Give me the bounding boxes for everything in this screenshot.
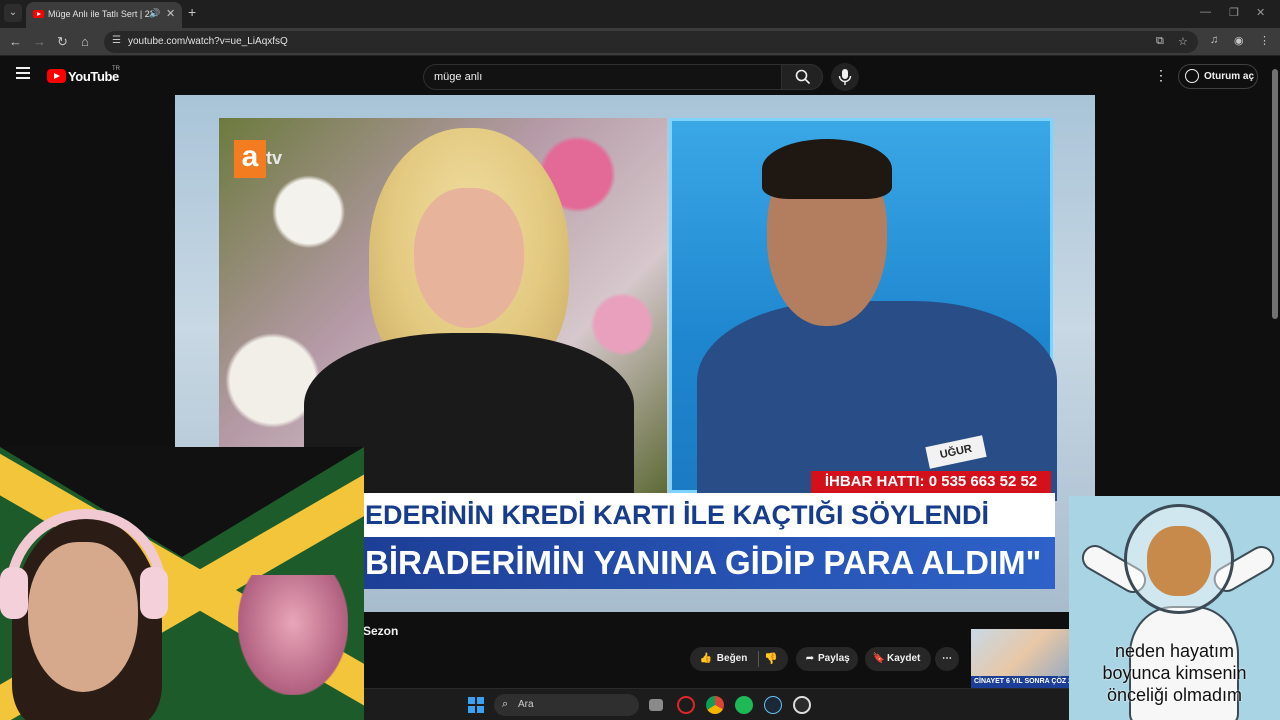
forward-icon[interactable]: →	[33, 34, 46, 49]
youtube-logo-icon[interactable]	[47, 69, 66, 83]
like-divider	[758, 651, 759, 667]
atv-logo: a tv	[234, 130, 292, 182]
settings-menu-icon[interactable]: ⋮	[1154, 67, 1168, 84]
search-icon: ⌕	[502, 698, 509, 710]
host-face	[414, 188, 524, 328]
media-controls-icon[interactable]: ♫	[1210, 34, 1218, 46]
tab-title: Müge Anlı ile Tatlı Sert | 22	[48, 9, 155, 19]
sign-in-label: Oturum aç	[1204, 71, 1255, 82]
video-title: Sezon	[363, 624, 399, 638]
windows-taskbar: ⌕ Ara	[364, 688, 1069, 720]
new-tab-button[interactable]: +	[188, 4, 196, 20]
headset-ear-cup	[0, 567, 28, 619]
search-input-value[interactable]: müge anlı	[434, 71, 482, 83]
like-label: Beğen	[716, 653, 748, 664]
task-view-icon[interactable]	[649, 699, 663, 711]
overlay-caption: neden hayatım boyunca kimsenin önceliği …	[1069, 640, 1280, 706]
more-icon: ⋯	[942, 653, 952, 664]
headset-ear-cup	[140, 567, 168, 619]
site-info-icon[interactable]: ☰	[112, 35, 121, 46]
search-input[interactable]: müge anlı	[423, 64, 781, 90]
obs-icon[interactable]	[793, 696, 811, 714]
anime-character-sticker	[238, 575, 348, 695]
headline-banner: EDERİNİN KREDİ KARTI İLE KAÇTIĞI SÖYLEND…	[355, 493, 1055, 537]
dislike-button[interactable]: 👎	[764, 647, 778, 671]
share-label: Paylaş	[818, 653, 850, 664]
overlay-caption-line: boyunca kimsenin	[1102, 663, 1247, 683]
restore-icon[interactable]: ❐	[1229, 6, 1239, 19]
bookmark-star-icon[interactable]: ☆	[1178, 35, 1188, 48]
video-guest-pane: UĞUR	[669, 118, 1057, 501]
sign-in-button[interactable]: Oturum aç	[1178, 64, 1258, 89]
thumbs-down-icon: 👎	[764, 653, 778, 665]
chrome-icon[interactable]	[706, 696, 724, 714]
quote-banner: BİRADERİMİN YANINA GİDİP PARA ALDIM"	[355, 537, 1055, 589]
webcam-overlay	[0, 447, 364, 720]
opera-icon[interactable]	[677, 696, 695, 714]
save-button[interactable]: 🔖 Kaydet	[865, 647, 931, 671]
guest-hair	[762, 139, 892, 199]
more-actions-button[interactable]: ⋯	[935, 647, 959, 671]
atv-logo-mark: a	[234, 140, 266, 178]
recommended-video-caption: CİNAYET 6 YIL SONRA ÇÖZ 21:	[971, 676, 1069, 688]
hotline-banner: İHBAR HATTI: 0 535 663 52 52	[811, 471, 1051, 493]
microphone-icon	[838, 69, 852, 85]
address-url[interactable]: youtube.com/watch?v=ue_LiAqxfsQ	[128, 36, 288, 47]
overlay-caption-line: neden hayatım	[1114, 641, 1235, 661]
youtube-header: YouTube TR müge anlı ⋮ Oturum aç	[0, 57, 1270, 95]
country-code: TR	[112, 66, 120, 72]
share-button[interactable]: ➦ Paylaş	[796, 647, 858, 671]
speaker-icon[interactable]: 🔊	[149, 8, 160, 19]
close-tab-icon[interactable]: ✕	[166, 7, 175, 20]
hamburger-menu-icon[interactable]	[16, 67, 30, 79]
browser-toolbar: ← → ↻ ⌂ ☰ youtube.com/watch?v=ue_LiAqxfs…	[0, 28, 1280, 56]
share-icon: ➦	[805, 653, 815, 664]
minimize-icon[interactable]: —	[1200, 6, 1211, 18]
overlay-caption-line: önceliği olmadım	[1106, 685, 1243, 705]
account-icon	[1185, 69, 1199, 83]
scrollbar-thumb[interactable]	[1272, 69, 1278, 319]
like-button[interactable]: 👍 Beğen	[690, 653, 748, 664]
recommended-video-thumbnail[interactable]: CİNAYET 6 YIL SONRA ÇÖZ 21:	[971, 629, 1069, 688]
thumbs-up-icon: 👍	[699, 653, 713, 664]
home-icon[interactable]: ⌂	[81, 34, 89, 49]
like-dislike-group: 👍 Beğen 👎	[690, 647, 788, 671]
atv-logo-text: tv	[266, 148, 283, 168]
desktop-screen: ⌄ Müge Anlı ile Tatlı Sert | 22 🔊 ✕ + — …	[0, 0, 1280, 720]
tab-search-button[interactable]: ⌄	[4, 4, 22, 22]
taskbar-search[interactable]: ⌕ Ara	[494, 694, 639, 716]
browser-tab-active[interactable]: Müge Anlı ile Tatlı Sert | 22 🔊 ✕	[26, 2, 182, 28]
spotify-icon[interactable]	[735, 696, 753, 714]
save-label: Kaydet	[887, 653, 921, 664]
cartoon-squirrel-face	[1147, 526, 1211, 596]
video-host-pane: a tv	[219, 118, 667, 493]
install-app-icon[interactable]: ⧉	[1156, 35, 1164, 48]
back-icon[interactable]: ←	[9, 34, 22, 49]
steam-icon[interactable]	[764, 696, 782, 714]
youtube-favicon-icon	[33, 10, 44, 18]
search-icon	[795, 69, 811, 85]
close-window-icon[interactable]: ✕	[1256, 6, 1265, 19]
cartoon-overlay: neden hayatım boyunca kimsenin önceliği …	[1069, 496, 1280, 720]
reload-icon[interactable]: ↻	[57, 34, 68, 50]
address-bar[interactable]: ☰ youtube.com/watch?v=ue_LiAqxfsQ ⧉ ☆	[104, 31, 1198, 53]
taskbar-search-placeholder: Ara	[518, 699, 534, 710]
profile-icon[interactable]: ◉	[1234, 34, 1244, 47]
voice-search-button[interactable]	[831, 63, 859, 91]
bookmark-icon: 🔖	[872, 653, 886, 664]
search-button[interactable]	[781, 64, 823, 90]
windows-start-icon[interactable]	[468, 697, 484, 713]
browser-tab-strip: ⌄ Müge Anlı ile Tatlı Sert | 22 🔊 ✕ + — …	[0, 0, 1280, 28]
chrome-menu-icon[interactable]: ⋮	[1259, 34, 1270, 47]
